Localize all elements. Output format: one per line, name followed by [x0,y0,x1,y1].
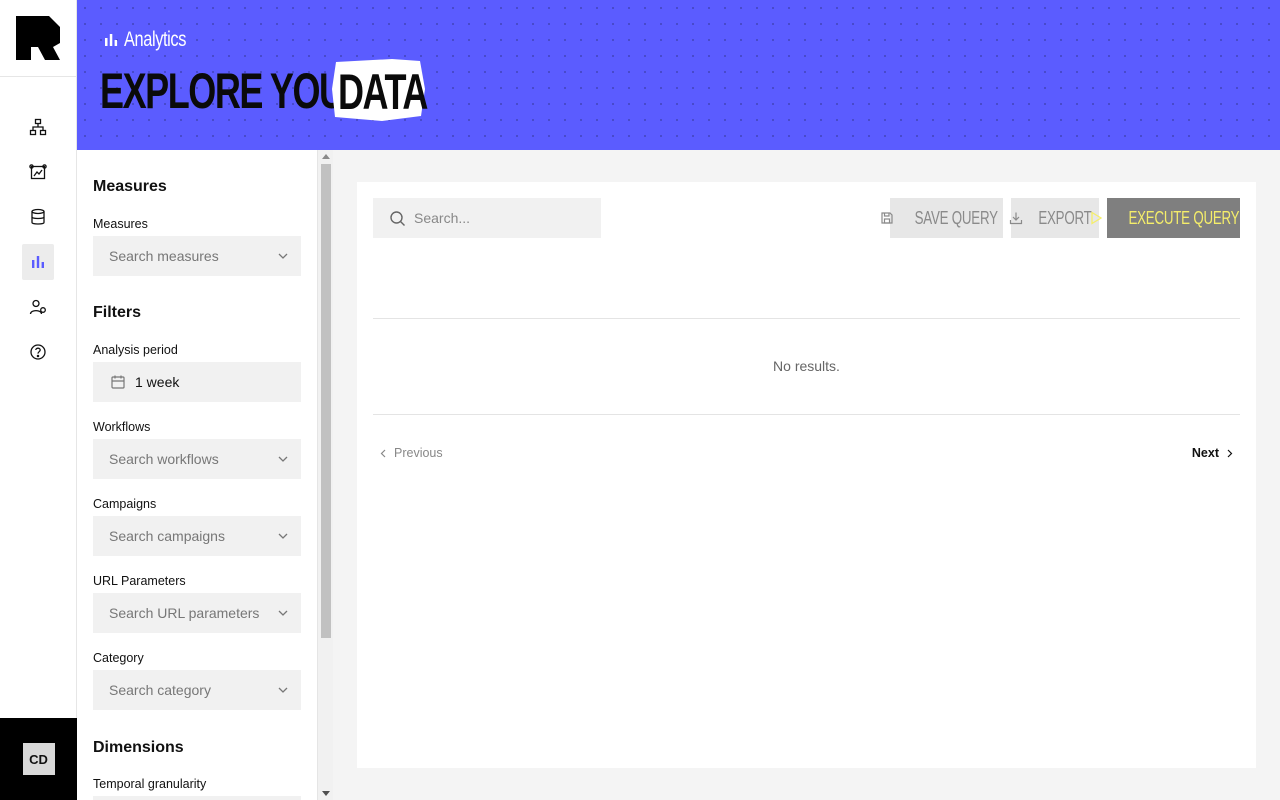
workflows-placeholder: Search workflows [109,451,219,467]
measures-title: Measures [93,178,167,195]
campaigns-placeholder: Search campaigns [109,528,225,544]
query-builder-panel: Measures Measures Search measures Filter… [77,150,333,800]
empty-state: No results. [773,358,840,374]
users-icon [29,299,46,315]
scroll-thumb[interactable] [321,164,331,638]
title-highlight: DATA [332,59,428,121]
chevron-down-icon [278,533,288,539]
logo[interactable] [0,0,76,77]
chevron-down-icon [278,610,288,616]
nav-item-analytics[interactable] [22,244,54,280]
url-parameters-placeholder: Search URL parameters [109,605,260,621]
workflow-icon [29,118,47,136]
analysis-period-value: 1 week [135,374,180,390]
measures-select[interactable]: Search measures [93,236,301,276]
download-icon [1009,212,1023,225]
results-card: SAVE QUERY EXPORT EXECUTE QUERY No resul… [357,182,1256,768]
campaigns-select[interactable]: Search campaigns [93,516,301,556]
play-icon [1090,211,1102,225]
nav-item-help[interactable] [22,334,54,370]
url-parameters-label: URL Parameters [93,574,186,588]
analytics-icon [105,34,118,46]
title-main: EXPLORE YOUR [100,63,370,119]
nav-item-users[interactable] [22,289,54,325]
next-label: Next [1191,446,1219,460]
export-button[interactable]: EXPORT [1009,198,1099,238]
url-parameters-select[interactable]: Search URL parameters [93,593,301,633]
category-label: Category [93,651,144,665]
category-placeholder: Search category [109,682,211,698]
measures-placeholder: Search measures [109,248,219,264]
chevron-left-icon [380,449,386,457]
temporal-granularity-label: Temporal granularity [93,777,207,791]
save-query-label: SAVE QUERY [914,207,999,228]
user-area: CD [0,718,77,800]
database-icon [31,208,45,225]
flows-icon [29,164,47,180]
table-footer-divider [373,414,1240,415]
previous-label: Previous [394,446,443,460]
save-icon [881,212,893,224]
workflows-select[interactable]: Search workflows [93,439,301,479]
execute-query-label: EXECUTE QUERY [1128,207,1239,228]
measures-label: Measures [93,217,148,231]
scroll-up-arrow[interactable] [322,154,330,159]
search-icon [390,210,405,226]
analysis-period-label: Analysis period [93,343,178,357]
chevron-down-icon [278,253,288,259]
nav-item-flows[interactable] [22,154,54,190]
search-input[interactable] [414,210,584,226]
temporal-granularity-select[interactable] [93,796,301,800]
page-title: EXPLORE YOUR DATA [100,59,428,121]
nav-item-database[interactable] [22,199,54,235]
scroll-down-arrow[interactable] [322,791,330,796]
title-highlight-text: DATA [338,64,428,120]
next-page-button[interactable]: Next [1192,446,1234,460]
dimensions-title: Dimensions [93,739,184,756]
breadcrumb: Analytics [104,28,204,52]
save-query-button[interactable]: SAVE QUERY [881,198,1003,238]
export-label: EXPORT [1038,207,1092,228]
execute-query-button[interactable]: EXECUTE QUERY [1090,198,1240,238]
avatar[interactable]: CD [22,743,55,775]
chevron-down-icon [278,687,288,693]
category-select[interactable]: Search category [93,670,301,710]
sidebar-scrollbar[interactable] [317,150,333,800]
analysis-period-picker[interactable]: 1 week [93,362,301,402]
help-icon [30,344,46,360]
breadcrumb-label: Analytics [124,28,187,51]
analytics-icon [32,256,44,268]
calendar-icon [111,375,125,389]
nav-item-workflows[interactable] [22,109,54,145]
nav-rail: CD [0,0,77,800]
chevron-right-icon [1227,449,1233,457]
table-header-divider [373,318,1240,319]
search-box[interactable] [373,198,601,238]
workflows-label: Workflows [93,420,151,434]
previous-page-button[interactable]: Previous [379,446,443,460]
chevron-down-icon [278,456,288,462]
brand-logo-icon [16,16,60,60]
page-header: Analytics EXPLORE YOUR DATA [77,0,1280,150]
campaigns-label: Campaigns [93,497,157,511]
filters-title: Filters [93,304,142,321]
